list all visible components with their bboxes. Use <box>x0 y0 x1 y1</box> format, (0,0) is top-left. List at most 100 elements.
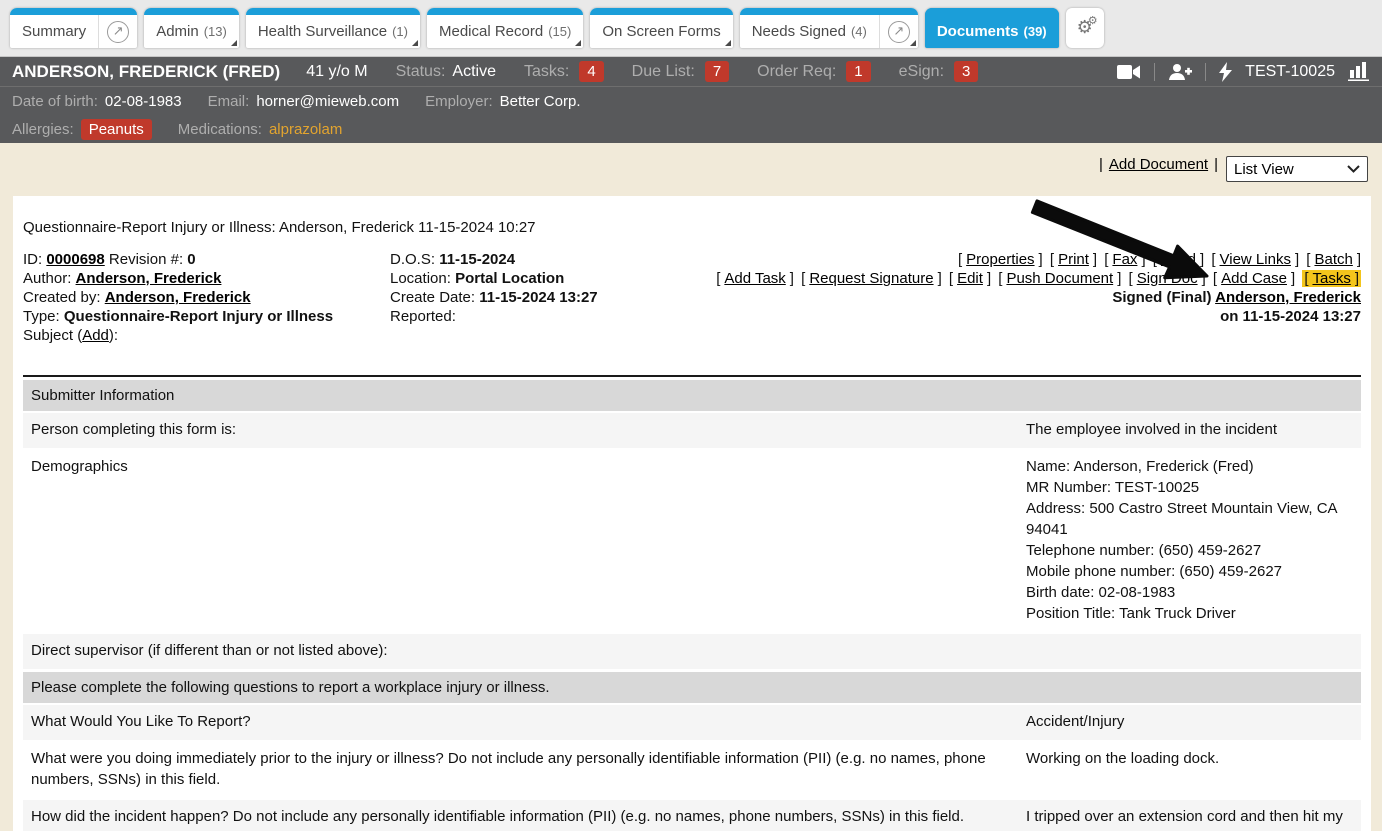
tasks-link-highlighted[interactable]: [Tasks] <box>1302 270 1361 287</box>
properties-link[interactable]: Properties <box>966 251 1034 268</box>
dob-value: 02-08-1983 <box>105 93 182 110</box>
order-req-count-badge[interactable]: 1 <box>846 61 870 82</box>
bracket: ] <box>1357 251 1361 268</box>
tab-admin[interactable]: Admin (13) <box>144 8 239 48</box>
bracket: ] <box>790 270 794 287</box>
bracket: [ <box>801 270 805 287</box>
tab-summary[interactable]: Summary ↗ <box>10 8 137 48</box>
tab-needs-signed[interactable]: Needs Signed (4) ↗ <box>740 8 918 48</box>
document-id-link[interactable]: 0000698 <box>46 251 104 268</box>
table-row: Demographics Name: Anderson, Frederick (… <box>23 450 1361 632</box>
dob-label: Date of birth: <box>12 93 98 110</box>
create-date-label: Create Date: <box>390 289 475 306</box>
create-date-value: 11-15-2024 13:27 <box>479 289 597 306</box>
employer-value: Better Corp. <box>500 93 581 110</box>
sign-doc-link[interactable]: Sign Doc <box>1137 270 1198 287</box>
type-value: Questionnaire-Report Injury or Illness <box>64 308 333 325</box>
bracket: ] <box>938 270 942 287</box>
bracket: [ <box>1304 270 1308 287</box>
bracket: [ <box>998 270 1002 287</box>
tab-admin-label: Admin <box>156 23 199 40</box>
section-header-text: Submitter Information <box>31 385 174 406</box>
location-value: Portal Location <box>455 270 564 287</box>
table-row: What were you doing immediately prior to… <box>23 742 1361 798</box>
tab-dropdown-indicator <box>575 40 581 46</box>
bracket: ] <box>1202 270 1206 287</box>
medications-value[interactable]: alprazolam <box>269 121 342 138</box>
batch-link[interactable]: Batch <box>1314 251 1352 268</box>
settings-button[interactable]: ⚙ ⚙ <box>1066 8 1104 48</box>
tab-dropdown-indicator <box>231 40 237 46</box>
summary-popout-button[interactable]: ↗ <box>98 8 137 48</box>
bracket: ] <box>1200 251 1204 268</box>
view-links-link[interactable]: View Links <box>1220 251 1291 268</box>
tab-dropdown-indicator <box>412 40 418 46</box>
add-case-link[interactable]: Add Case <box>1221 270 1287 287</box>
revision-label: Revision #: <box>109 251 183 268</box>
bracket: ] <box>1291 270 1295 287</box>
question-text: How did the incident happen? Do not incl… <box>23 800 1020 831</box>
due-list-count-badge[interactable]: 7 <box>705 61 729 82</box>
fax-link[interactable]: Fax <box>1112 251 1137 268</box>
tasks-count-badge[interactable]: 4 <box>579 61 603 82</box>
edit-link[interactable]: Edit <box>957 270 983 287</box>
tab-documents-label: Documents <box>937 23 1019 40</box>
bracket: [ <box>1153 251 1157 268</box>
tab-health-surveillance[interactable]: Health Surveillance (1) <box>246 8 420 48</box>
table-row: Direct supervisor (if different than or … <box>23 634 1361 669</box>
bracket: ] <box>1039 251 1043 268</box>
document-panel: Questionnaire-Report Injury or Illness: … <box>13 196 1371 831</box>
chart-tab-strip: Summary ↗ Admin (13) Health Surveillance… <box>0 0 1382 57</box>
bracket: [ <box>1129 270 1133 287</box>
tab-documents-count: (39) <box>1024 24 1047 39</box>
question-text: Person completing this form is: <box>23 413 1020 448</box>
tab-admin-count: (13) <box>204 24 227 39</box>
tab-on-screen-forms[interactable]: On Screen Forms <box>590 8 732 48</box>
chart-icon[interactable] <box>1348 62 1370 81</box>
send-link[interactable]: Send <box>1161 251 1196 268</box>
tab-medical-record[interactable]: Medical Record (15) <box>427 8 583 48</box>
allergy-badge[interactable]: Peanuts <box>81 119 152 140</box>
table-row: How did the incident happen? Do not incl… <box>23 800 1361 831</box>
subject-add-link[interactable]: Add <box>82 327 109 344</box>
view-select[interactable]: List View <box>1226 156 1368 182</box>
author-label: Author: <box>23 270 71 287</box>
questionnaire-table: Submitter Information Person completing … <box>23 375 1361 831</box>
divider <box>1205 63 1206 81</box>
bracket: ] <box>1355 270 1359 287</box>
esign-count-badge[interactable]: 3 <box>954 61 978 82</box>
print-link[interactable]: Print <box>1058 251 1089 268</box>
revision-value: 0 <box>187 251 195 268</box>
add-task-link[interactable]: Add Task <box>724 270 785 287</box>
employer-label: Employer: <box>425 93 493 110</box>
bracket: [ <box>1050 251 1054 268</box>
answer-text: Working on the loading dock. <box>1020 742 1361 798</box>
divider <box>1154 63 1155 81</box>
medications-label: Medications: <box>178 121 262 138</box>
gear-icon-small: ⚙ <box>1088 15 1098 26</box>
created-by-link[interactable]: Anderson, Frederick <box>105 289 251 306</box>
status-label: Status: <box>396 63 446 81</box>
author-link[interactable]: Anderson, Frederick <box>76 270 222 287</box>
esign-label: eSign: <box>899 63 944 81</box>
add-document-link[interactable]: Add Document <box>1109 156 1208 173</box>
signed-by-link[interactable]: Anderson, Frederick <box>1215 289 1361 306</box>
document-meta: ID: 0000698 Revision #: 0 Author: Anders… <box>13 236 1371 345</box>
push-document-link[interactable]: Push Document <box>1006 270 1113 287</box>
id-label: ID: <box>23 251 42 268</box>
section-header: Submitter Information <box>23 380 1361 411</box>
pipe-separator: | <box>1214 156 1218 173</box>
tab-needs-signed-label: Needs Signed <box>752 23 846 40</box>
bracket: ] <box>1117 270 1121 287</box>
type-label: Type: <box>23 308 60 325</box>
video-camera-icon[interactable] <box>1117 64 1141 80</box>
tab-documents[interactable]: Documents (39) <box>925 8 1059 48</box>
mr-number: TEST-10025 <box>1245 63 1335 81</box>
tab-dropdown-indicator <box>910 40 916 46</box>
email-label: Email: <box>208 93 250 110</box>
add-user-icon[interactable] <box>1168 63 1192 81</box>
tasks-link[interactable]: Tasks <box>1312 270 1350 287</box>
lightning-bolt-icon[interactable] <box>1219 62 1232 82</box>
request-signature-link[interactable]: Request Signature <box>809 270 933 287</box>
tasks-label: Tasks: <box>524 63 569 81</box>
